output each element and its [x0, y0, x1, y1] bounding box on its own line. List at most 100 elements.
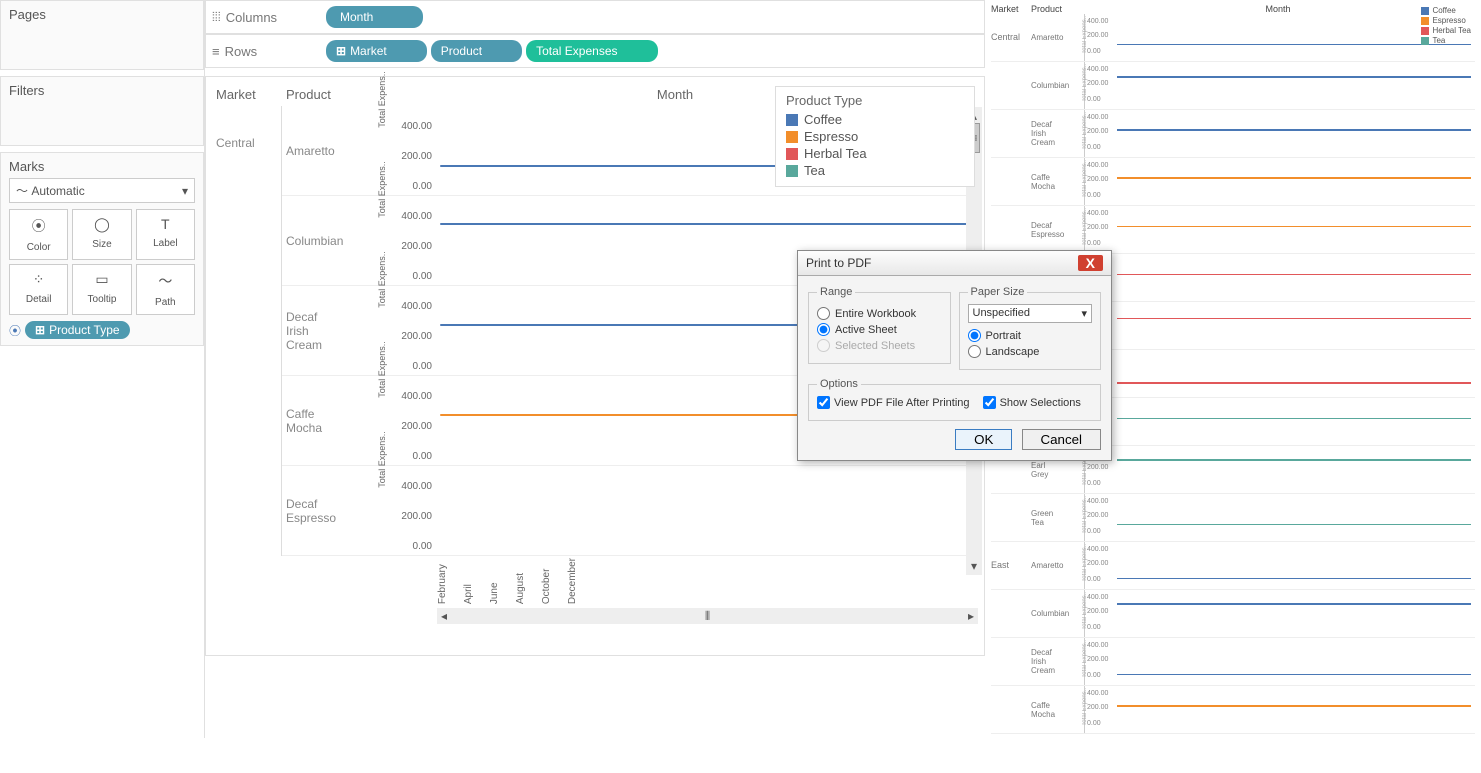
path-icon: 〜	[139, 271, 192, 291]
x-tick: April	[463, 558, 474, 604]
color-swatch-icon	[1421, 7, 1429, 15]
preview-legend-item: Coffee	[1421, 6, 1471, 15]
legend-item[interactable]: Espresso	[786, 129, 964, 144]
preview-row: Columbian Total Expens.. 400.00 200.00 0…	[991, 62, 1475, 110]
market-label: Central	[212, 106, 282, 556]
legend-item[interactable]: Herbal Tea	[786, 146, 964, 161]
chevron-down-icon: ▾	[1081, 307, 1087, 320]
mark-type-dropdown[interactable]: 〜 Automatic ▾	[9, 178, 195, 203]
color-swatch-icon	[1421, 37, 1429, 45]
scroll-right-icon[interactable]: ▸	[968, 609, 974, 623]
size-button[interactable]: ◯Size	[72, 209, 131, 260]
y-axis-label: Total Expens..	[377, 341, 387, 398]
color-swatch-icon	[786, 148, 798, 160]
pages-title: Pages	[9, 7, 195, 22]
orientation-option[interactable]: Portrait	[968, 329, 1093, 342]
preview-row: CaffeMocha Total Expens.. 400.00 200.00 …	[991, 686, 1475, 734]
color-swatch-icon	[1421, 17, 1429, 25]
color-swatch-icon	[786, 131, 798, 143]
label-button[interactable]: TLabel	[136, 209, 195, 260]
detail-icon: ⁘	[12, 271, 65, 288]
rows-shelf[interactable]: ≡Rows ⊞MarketProductTotal Expenses	[205, 34, 985, 68]
legend-title: Product Type	[786, 93, 964, 108]
preview-row: DecafEspresso Total Expens.. 400.00 200.…	[991, 206, 1475, 254]
preview-row: CaffeMocha Total Expens.. 400.00 200.00 …	[991, 158, 1475, 206]
worksheet-area: ⦙⦙⦙Columns Month ≡Rows ⊞MarketProductTot…	[205, 0, 985, 738]
x-tick: December	[567, 558, 578, 604]
y-axis-label: Total Expens..	[377, 431, 387, 488]
x-tick: February	[437, 558, 448, 604]
tooltip-icon: ▭	[75, 271, 128, 288]
path-button[interactable]: 〜Path	[136, 264, 195, 315]
side-panels: Pages Filters Marks 〜 Automatic ▾ ⦿Color…	[0, 0, 205, 738]
label-icon: T	[139, 216, 192, 232]
detail-button[interactable]: ⁘Detail	[9, 264, 68, 315]
preview-row: Columbian Total Expens.. 400.00 200.00 0…	[991, 590, 1475, 638]
preview-row: DecafIrishCream Total Expens.. 400.00 20…	[991, 638, 1475, 686]
tooltip-button[interactable]: ▭Tooltip	[72, 264, 131, 315]
row-pill-total-expenses[interactable]: Total Expenses	[526, 40, 657, 62]
scroll-down-icon[interactable]: ▾	[971, 559, 977, 573]
range-option[interactable]: Entire Workbook	[817, 307, 942, 320]
product-label: CaffeMocha	[282, 376, 382, 466]
options-fieldset: Options View PDF File After Printing Sho…	[808, 378, 1101, 421]
preview-row: DecafIrishCream Total Expens.. 400.00 20…	[991, 110, 1475, 158]
line-icon: 〜	[16, 184, 28, 198]
color-button[interactable]: ⦿Color	[9, 209, 68, 260]
color-icon: ⦿	[12, 216, 65, 236]
color-swatch-icon	[1421, 27, 1429, 35]
ok-button[interactable]: OK	[955, 429, 1012, 450]
show-selections-checkbox[interactable]: Show Selections	[983, 396, 1081, 409]
filters-title: Filters	[9, 83, 195, 98]
size-icon: ◯	[75, 216, 128, 233]
marks-title: Marks	[9, 159, 195, 174]
chevron-down-icon: ▾	[182, 184, 188, 198]
product-label: Amaretto	[282, 106, 382, 196]
row-pill-product[interactable]: Product	[431, 40, 522, 62]
preview-row: GreenTea Total Expens.. 400.00 200.00 0.…	[991, 494, 1475, 542]
y-axis-label: Total Expens..	[377, 161, 387, 218]
y-axis-label: Total Expens..	[377, 71, 387, 128]
close-button[interactable]: X	[1078, 255, 1103, 271]
preview-row: East Amaretto Total Expens.. 400.00 200.…	[991, 542, 1475, 590]
x-tick: October	[541, 558, 552, 604]
print-to-pdf-dialog: Print to PDF X Range Entire WorkbookActi…	[797, 250, 1112, 461]
product-label: DecafIrishCream	[282, 286, 382, 376]
view-pdf-checkbox[interactable]: View PDF File After Printing	[817, 396, 970, 409]
color-swatch-icon	[786, 114, 798, 126]
y-axis-label: Total Expens..	[377, 251, 387, 308]
color-swatch-icon	[786, 165, 798, 177]
dialog-title-text: Print to PDF	[806, 256, 871, 270]
range-fieldset: Range Entire WorkbookActive SheetSelecte…	[808, 286, 951, 364]
preview-legend-item: Herbal Tea	[1421, 26, 1471, 35]
column-pill-month[interactable]: Month	[326, 6, 423, 28]
legend-item[interactable]: Coffee	[786, 112, 964, 127]
rows-icon: ≡	[212, 44, 220, 59]
columns-icon: ⦙⦙⦙	[212, 9, 221, 25]
horizontal-scrollbar[interactable]: ◂ ⦀ ▸	[437, 608, 978, 624]
product-label: Columbian	[282, 196, 382, 286]
x-tick: August	[515, 558, 526, 604]
mini-chart: Total Expens..400.00200.000.00	[382, 466, 978, 556]
range-option[interactable]: Active Sheet	[817, 323, 942, 336]
color-dots-icon: ⦿	[9, 322, 21, 339]
x-tick: June	[489, 558, 500, 604]
preview-legend-item: Espresso	[1421, 16, 1471, 25]
paper-size-fieldset: Paper Size Unspecified ▾ PortraitLandsca…	[959, 286, 1102, 370]
legend-item[interactable]: Tea	[786, 163, 964, 178]
orientation-option[interactable]: Landscape	[968, 345, 1093, 358]
cancel-button[interactable]: Cancel	[1022, 429, 1102, 450]
pages-shelf[interactable]: Pages	[0, 0, 204, 70]
preview-row: Central Amaretto Total Expens.. 400.00 2…	[991, 14, 1475, 62]
row-pill-market[interactable]: ⊞Market	[326, 40, 427, 62]
product-label: DecafEspresso	[282, 466, 382, 556]
paper-size-select[interactable]: Unspecified ▾	[968, 304, 1093, 323]
filters-shelf[interactable]: Filters	[0, 76, 204, 146]
header-product: Product	[282, 83, 372, 106]
header-market: Market	[212, 83, 282, 106]
columns-shelf[interactable]: ⦙⦙⦙Columns Month	[205, 0, 985, 34]
marks-card: Marks 〜 Automatic ▾ ⦿Color◯SizeTLabel ⁘De…	[0, 152, 204, 346]
color-pill-product-type[interactable]: ⊞Product Type	[25, 321, 130, 339]
color-legend[interactable]: Product Type Coffee Espresso Herbal Tea Tea	[775, 86, 975, 187]
preview-legend-item: Tea	[1421, 36, 1471, 45]
